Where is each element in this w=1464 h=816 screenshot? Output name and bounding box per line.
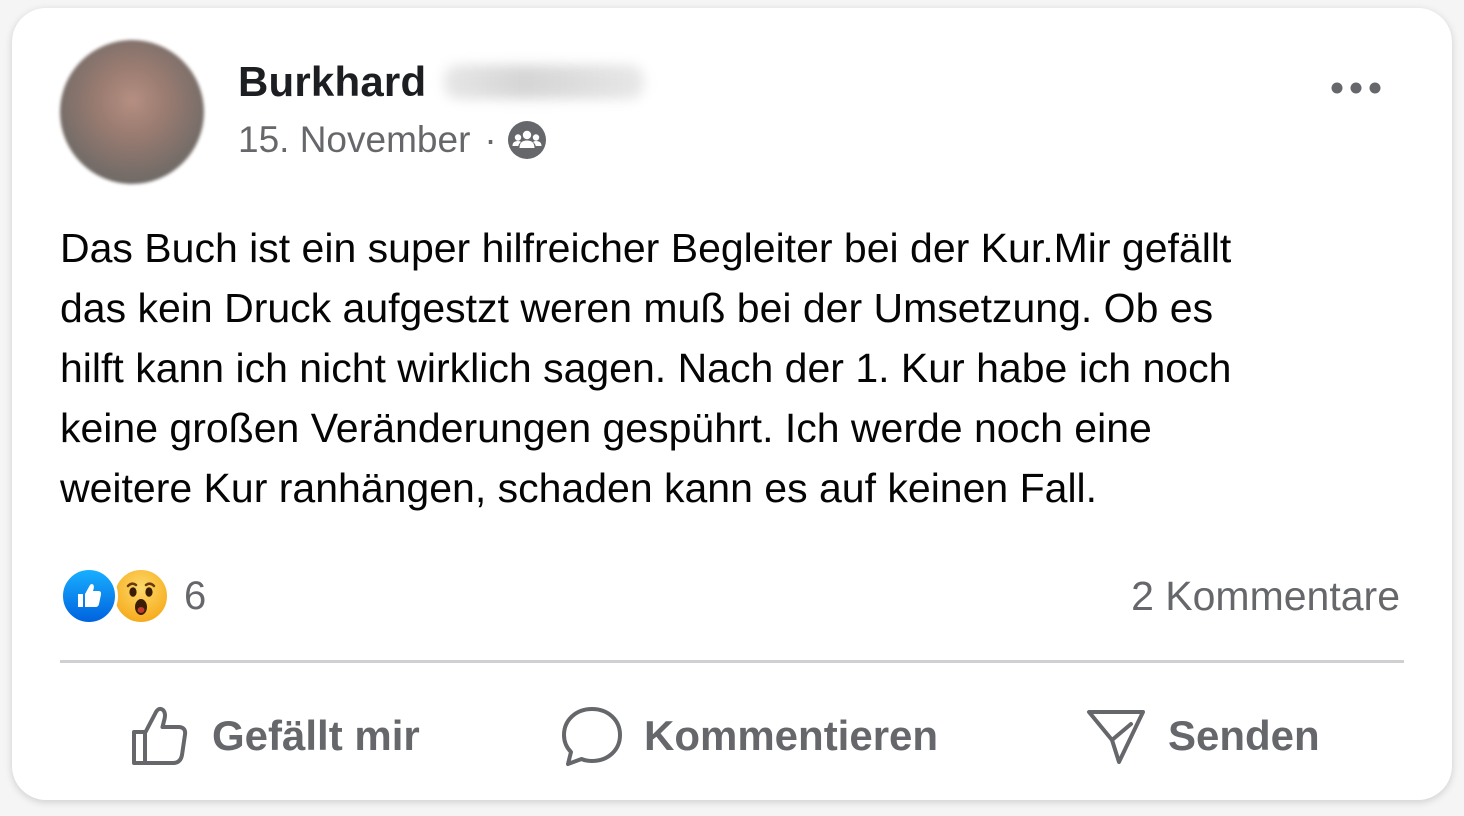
reactions-summary[interactable]: 6 — [60, 566, 206, 626]
like-reaction-icon — [60, 567, 118, 625]
like-label: Gefällt mir — [212, 712, 420, 759]
author-row: Burkhard — [238, 58, 645, 106]
comments-count-link[interactable]: 2 Kommentare — [1131, 573, 1400, 620]
send-label: Senden — [1168, 712, 1320, 759]
action-bar: Gefällt mir Kommentieren Senden — [60, 688, 1404, 784]
post-date[interactable]: 15. November — [238, 119, 470, 161]
comment-button[interactable]: Kommentieren — [560, 688, 938, 784]
send-icon — [1087, 710, 1145, 764]
meta-separator: · — [484, 119, 497, 160]
avatar[interactable] — [60, 40, 204, 184]
group-icon[interactable] — [507, 120, 547, 160]
send-button[interactable]: Senden — [1084, 688, 1320, 784]
post-meta: 15. November · — [238, 118, 547, 162]
thumbs-up-icon — [132, 706, 188, 765]
like-button[interactable]: Gefällt mir — [128, 688, 420, 784]
more-options-button[interactable] — [1324, 68, 1388, 108]
divider — [60, 660, 1404, 663]
author-surname-redacted — [444, 65, 645, 99]
comment-label: Kommentieren — [644, 712, 939, 759]
more-options-icon — [1331, 82, 1381, 94]
author-name[interactable]: Burkhard — [238, 58, 426, 106]
reaction-count: 6 — [184, 573, 207, 618]
comment-bubble-icon — [562, 707, 622, 766]
post-text: Das Buch ist ein super hilfreicher Begle… — [60, 225, 1232, 511]
post-card: Burkhard 15. November · Das Buch ist ein… — [12, 8, 1452, 800]
wow-reaction-icon — [112, 567, 170, 625]
